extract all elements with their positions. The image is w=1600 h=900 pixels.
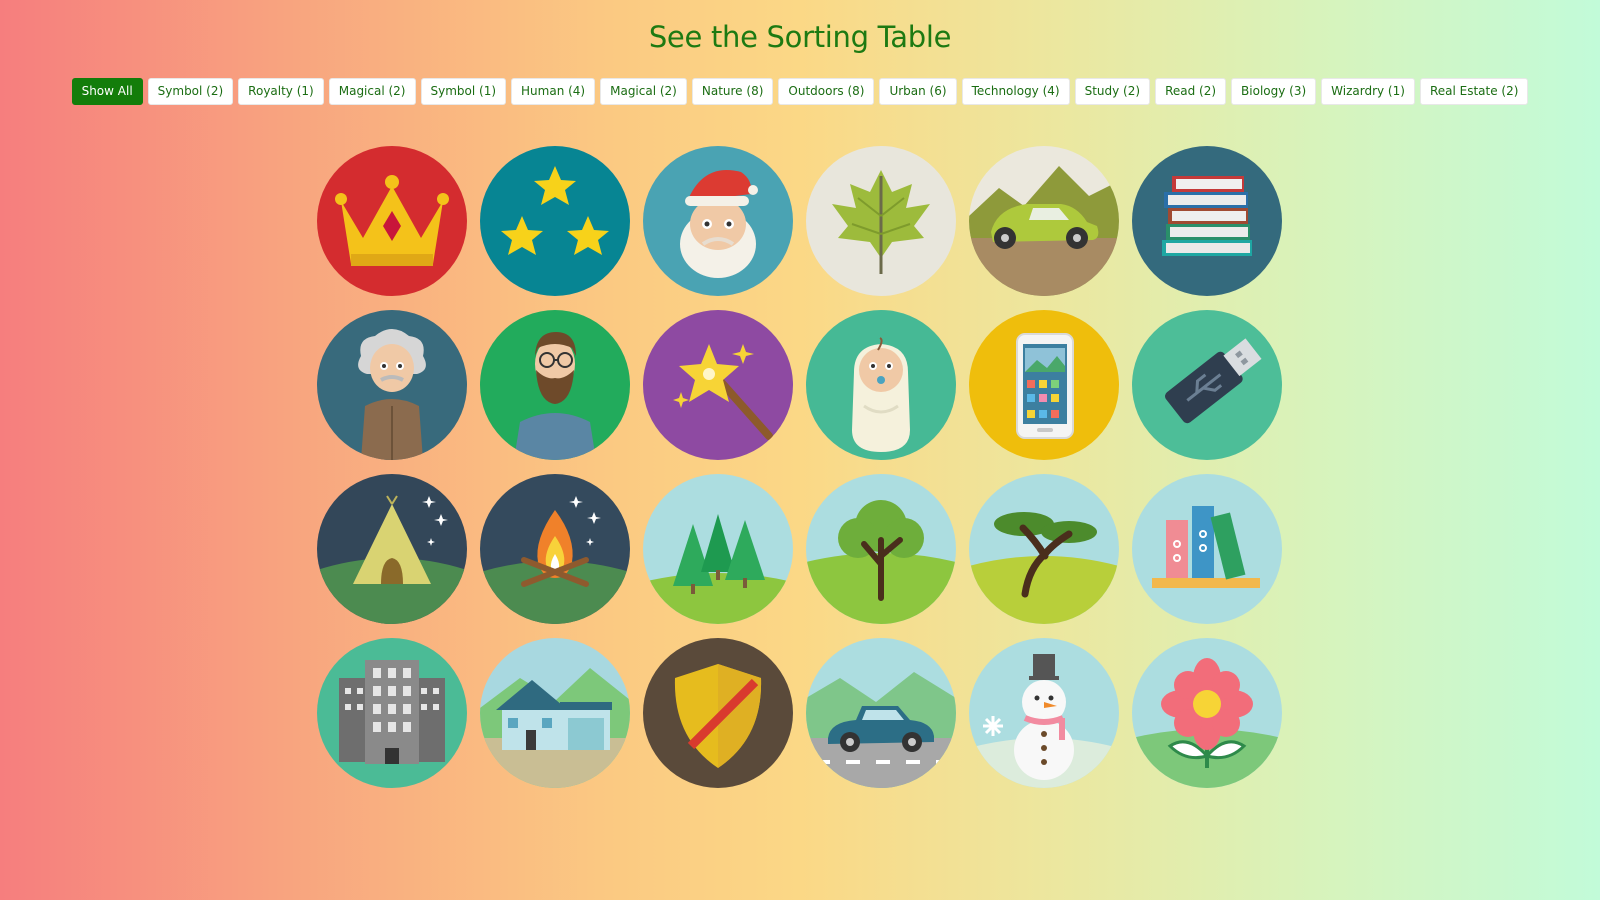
baby-icon <box>806 310 956 460</box>
tile-car-road[interactable] <box>806 638 956 788</box>
acacia-tree-icon <box>969 474 1119 624</box>
tent-icon <box>317 474 467 624</box>
tile-binders[interactable] <box>1132 474 1282 624</box>
tile-smartphone[interactable] <box>969 310 1119 460</box>
filter-button-royalty[interactable]: Royalty (1) <box>238 78 324 105</box>
tile-snowman[interactable] <box>969 638 1119 788</box>
page-title: See the Sorting Table <box>648 20 952 54</box>
filter-button-study[interactable]: Study (2) <box>1074 78 1151 105</box>
tile-flower[interactable] <box>1132 638 1282 788</box>
smartphone-icon <box>969 310 1119 460</box>
snowman-icon <box>969 638 1119 788</box>
pine-trees-icon <box>643 474 793 624</box>
tile-car-landscape[interactable] <box>969 146 1119 296</box>
car-landscape-icon <box>969 146 1119 296</box>
tile-crown[interactable] <box>317 146 467 296</box>
flower-icon <box>1132 638 1282 788</box>
tile-magic-wand[interactable] <box>643 310 793 460</box>
filter-button-human[interactable]: Human (4) <box>511 78 596 105</box>
tile-stars[interactable] <box>480 146 630 296</box>
tile-leaf[interactable] <box>806 146 956 296</box>
einstein-icon <box>317 310 467 460</box>
tile-house[interactable] <box>480 638 630 788</box>
tile-usb-drive[interactable] <box>1132 310 1282 460</box>
tile-santa[interactable] <box>643 146 793 296</box>
leaf-icon <box>806 146 956 296</box>
tile-bearded-man[interactable] <box>480 310 630 460</box>
tile-baby[interactable] <box>806 310 956 460</box>
filter-button-outdoors[interactable]: Outdoors (8) <box>778 78 875 105</box>
filter-button-urban[interactable]: Urban (6) <box>879 78 957 105</box>
tile-books[interactable] <box>1132 146 1282 296</box>
tile-pine-trees[interactable] <box>643 474 793 624</box>
filter-button-symbol-2[interactable]: Symbol (1) <box>420 78 507 105</box>
shield-icon <box>643 638 793 788</box>
usb-drive-icon <box>1132 310 1282 460</box>
magic-wand-icon <box>643 310 793 460</box>
stars-icon <box>480 146 630 296</box>
filter-button-magical-2[interactable]: Magical (2) <box>600 78 687 105</box>
binders-icon <box>1132 474 1282 624</box>
house-icon <box>480 638 630 788</box>
tile-tent[interactable] <box>317 474 467 624</box>
filter-button-nature[interactable]: Nature (8) <box>691 78 774 105</box>
tile-einstein[interactable] <box>317 310 467 460</box>
filter-button-magical[interactable]: Magical (2) <box>328 78 416 105</box>
filter-button-technology[interactable]: Technology (4) <box>961 78 1070 105</box>
office-building-icon <box>317 638 467 788</box>
santa-icon <box>643 146 793 296</box>
tile-campfire[interactable] <box>480 474 630 624</box>
filter-button-show-all[interactable]: Show All <box>71 78 143 105</box>
filter-bar: Show All Symbol (2) Royalty (1) Magical … <box>0 78 1600 105</box>
filter-button-wizardry[interactable]: Wizardry (1) <box>1321 78 1415 105</box>
tile-tree[interactable] <box>806 474 956 624</box>
tile-office-building[interactable] <box>317 638 467 788</box>
icon-grid <box>317 146 1282 788</box>
bearded-man-icon <box>480 310 630 460</box>
tile-acacia-tree[interactable] <box>969 474 1119 624</box>
tile-shield[interactable] <box>643 638 793 788</box>
crown-icon <box>317 146 467 296</box>
filter-button-biology[interactable]: Biology (3) <box>1231 78 1317 105</box>
tree-icon <box>806 474 956 624</box>
filter-button-real-estate[interactable]: Real Estate (2) <box>1419 78 1529 105</box>
car-road-icon <box>806 638 956 788</box>
filter-button-symbol[interactable]: Symbol (2) <box>147 78 234 105</box>
filter-button-read[interactable]: Read (2) <box>1155 78 1227 105</box>
books-icon <box>1132 146 1282 296</box>
campfire-icon <box>480 474 630 624</box>
